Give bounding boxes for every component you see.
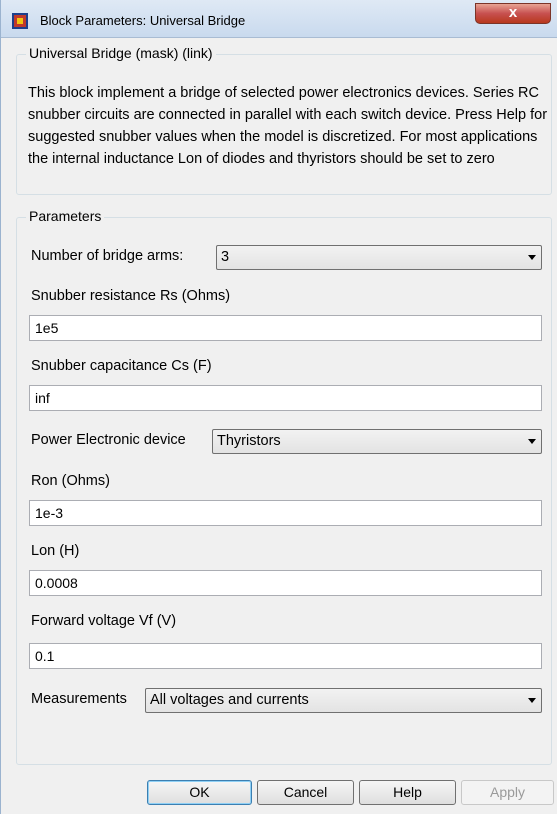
close-button[interactable]: x [475,3,551,24]
lon-label: Lon (H) [31,543,80,559]
power-device-label: Power Electronic device [31,432,186,448]
forward-voltage-input[interactable]: 0.1 [29,643,542,669]
help-button[interactable]: Help [359,780,456,805]
power-device-select[interactable]: Thyristors [212,429,542,454]
close-icon: x [508,4,518,21]
ron-input[interactable]: 1e-3 [29,500,542,526]
simulink-block-icon [12,13,28,29]
block-parameters-dialog: Block Parameters: Universal Bridge x Uni… [0,0,557,814]
forward-voltage-label: Forward voltage Vf (V) [31,613,177,629]
power-device-value: Thyristors [217,433,281,449]
ron-label: Ron (Ohms) [31,473,110,489]
snubber-capacitance-label: Snubber capacitance Cs (F) [31,358,212,374]
window-title: Block Parameters: Universal Bridge [40,13,246,28]
cancel-button[interactable]: Cancel [257,780,354,805]
chevron-down-icon [528,439,536,444]
snubber-resistance-input[interactable]: 1e5 [29,315,542,341]
title-bar[interactable]: Block Parameters: Universal Bridge x [1,0,557,38]
bridge-arms-select[interactable]: 3 [216,245,542,270]
bridge-arms-value: 3 [221,249,230,265]
description-group-legend: Universal Bridge (mask) (link) [26,45,216,61]
chevron-down-icon [528,255,536,260]
measurements-select[interactable]: All voltages and currents [145,688,542,713]
chevron-down-icon [528,698,536,703]
measurements-value: All voltages and currents [150,692,309,708]
block-description: This block implement a bridge of selecte… [28,85,548,167]
measurements-label: Measurements [31,691,127,707]
bridge-arms-label: Number of bridge arms: [31,248,184,264]
snubber-capacitance-input[interactable]: inf [29,385,542,411]
ok-button[interactable]: OK [147,780,252,805]
lon-input[interactable]: 0.0008 [29,570,542,596]
apply-button[interactable]: Apply [461,780,554,805]
parameters-group-legend: Parameters [26,208,105,224]
snubber-resistance-label: Snubber resistance Rs (Ohms) [31,288,231,304]
